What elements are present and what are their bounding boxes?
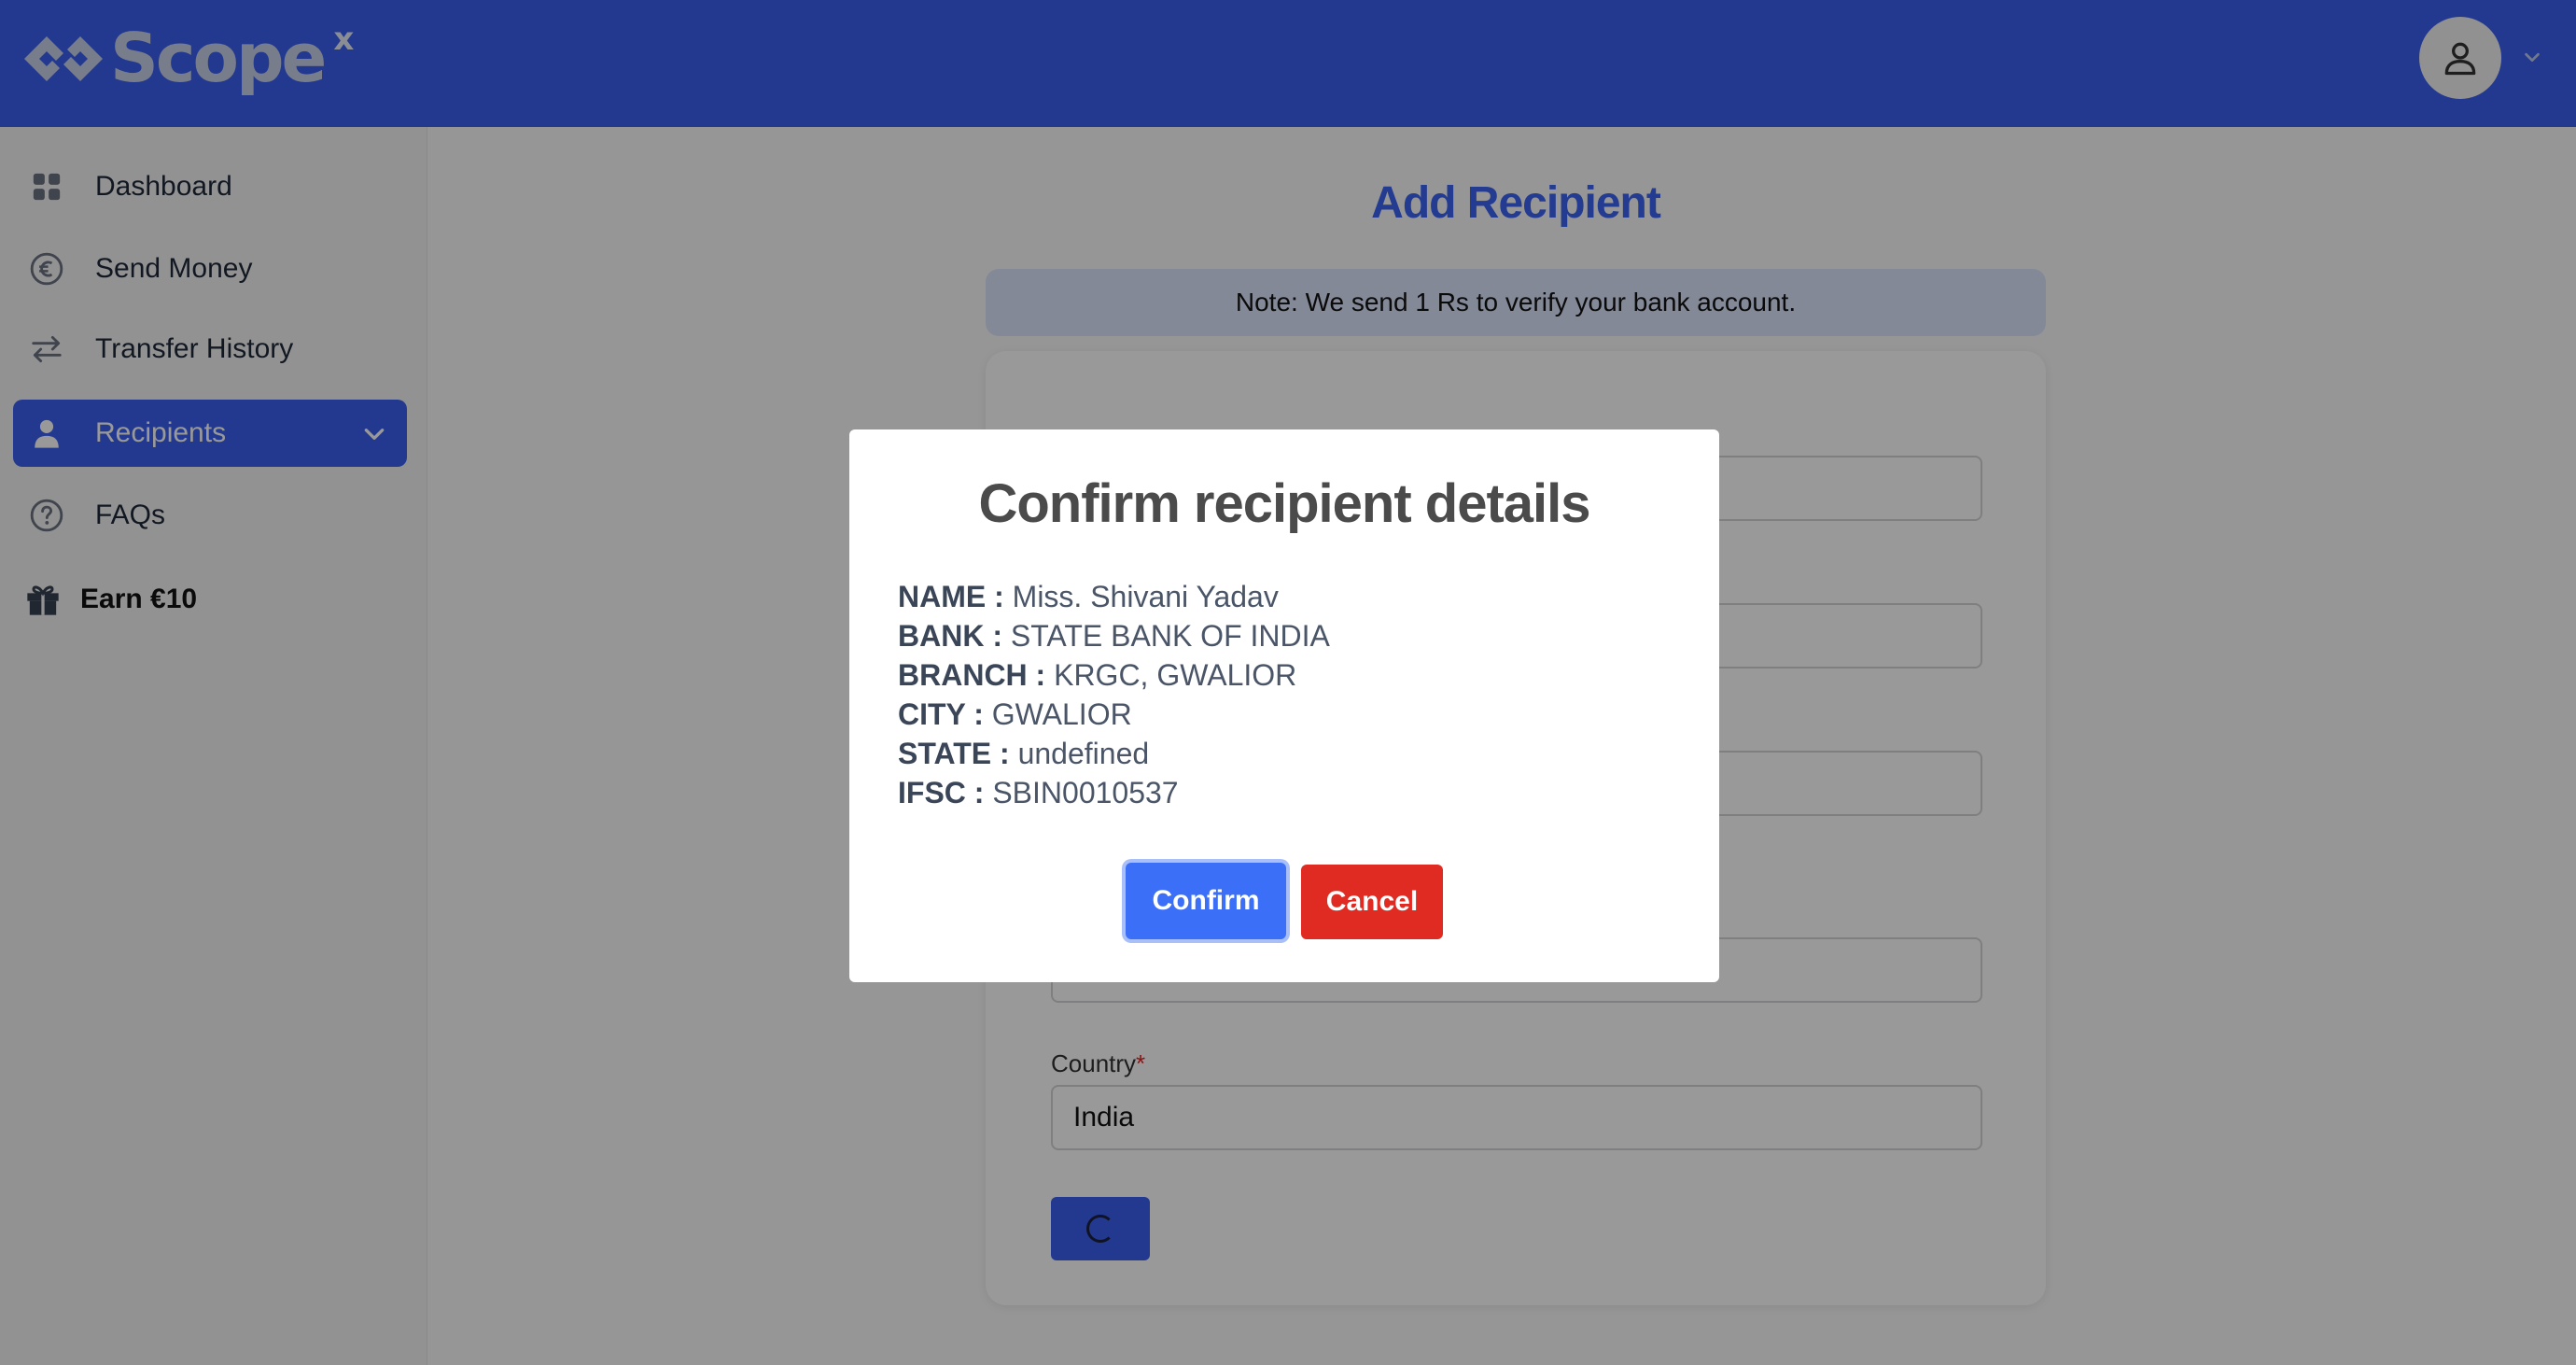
- detail-row-bank: BANK : STATE BANK OF INDIA: [898, 616, 1330, 655]
- confirm-button[interactable]: Confirm: [1126, 863, 1286, 939]
- cancel-button[interactable]: Cancel: [1301, 865, 1443, 939]
- detail-row-name: NAME : Miss. Shivani Yadav: [898, 577, 1330, 616]
- detail-value: GWALIOR: [991, 697, 1132, 731]
- confirm-recipient-dialog: Confirm recipient details NAME : Miss. S…: [849, 429, 1719, 982]
- detail-value: KRGC, GWALIOR: [1054, 658, 1297, 692]
- detail-key: STATE :: [898, 737, 1010, 770]
- recipient-details: NAME : Miss. Shivani Yadav BANK : STATE …: [898, 577, 1330, 812]
- detail-key: BANK :: [898, 619, 1002, 653]
- detail-key: CITY :: [898, 697, 984, 731]
- detail-row-city: CITY : GWALIOR: [898, 695, 1330, 734]
- detail-row-ifsc: IFSC : SBIN0010537: [898, 773, 1330, 812]
- dialog-title: Confirm recipient details: [978, 473, 1590, 534]
- detail-value: SBIN0010537: [992, 776, 1179, 809]
- detail-value: Miss. Shivani Yadav: [1012, 580, 1279, 613]
- detail-key: IFSC :: [898, 776, 985, 809]
- detail-key: BRANCH :: [898, 658, 1046, 692]
- detail-key: NAME :: [898, 580, 1004, 613]
- detail-row-branch: BRANCH : KRGC, GWALIOR: [898, 655, 1330, 695]
- detail-value: undefined: [1017, 737, 1150, 770]
- detail-value: STATE BANK OF INDIA: [1010, 619, 1330, 653]
- detail-row-state: STATE : undefined: [898, 734, 1330, 773]
